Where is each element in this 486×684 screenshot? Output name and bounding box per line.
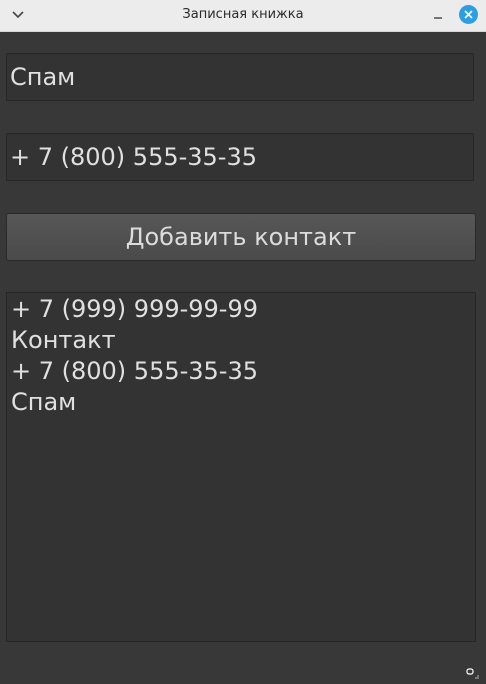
resize-grip-icon	[466, 668, 479, 679]
list-item[interactable]: + 7 (800) 555-35-35	[11, 356, 471, 387]
app-window: Записная книжка Спам + 7 (800) 555-35-35…	[0, 0, 486, 684]
close-icon	[464, 10, 473, 19]
minimize-button[interactable]	[428, 5, 448, 25]
name-input[interactable]: Спам	[6, 53, 474, 101]
add-contact-button[interactable]: Добавить контакт	[6, 213, 476, 261]
phone-input[interactable]: + 7 (800) 555-35-35	[6, 133, 474, 181]
contacts-list[interactable]: + 7 (999) 999-99-99 Контакт + 7 (800) 55…	[6, 292, 476, 642]
list-item[interactable]: + 7 (999) 999-99-99	[11, 294, 471, 325]
resize-grip[interactable]	[466, 665, 480, 679]
title-bar[interactable]: Записная книжка	[0, 0, 486, 32]
minimize-icon	[434, 17, 442, 19]
list-item[interactable]: Спам	[11, 387, 471, 418]
close-button[interactable]	[459, 5, 478, 24]
list-item[interactable]: Контакт	[11, 325, 471, 356]
window-title: Записная книжка	[182, 7, 304, 22]
